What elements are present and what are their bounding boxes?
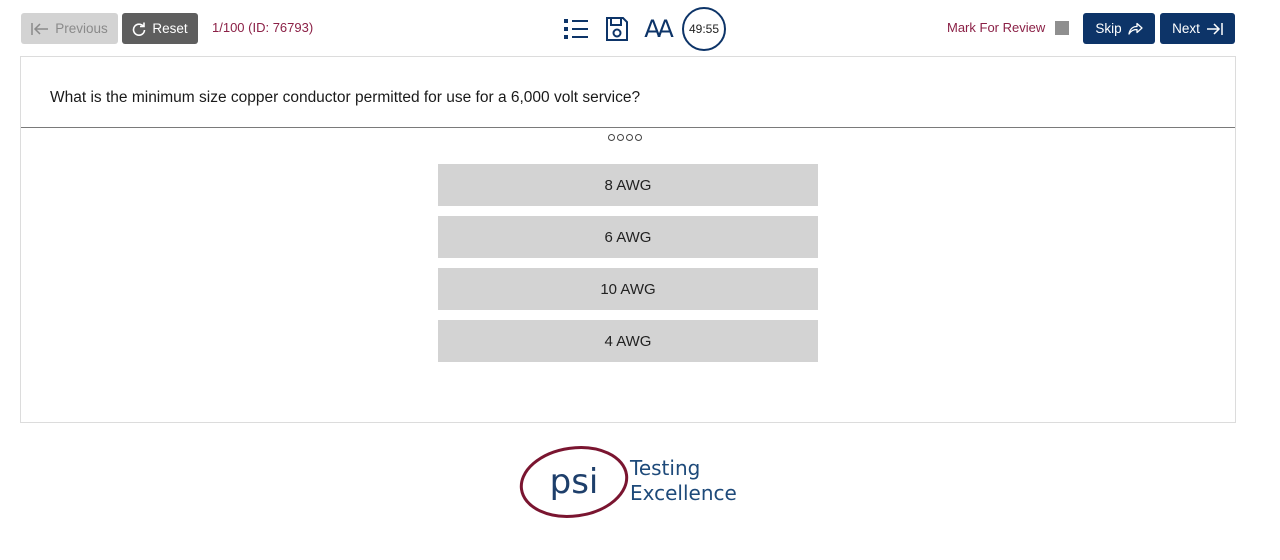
answer-option[interactable]: 6 AWG (438, 216, 818, 258)
progress-dot (626, 134, 633, 141)
skip-label: Skip (1095, 21, 1122, 36)
psi-logo-mark: psi (519, 446, 629, 518)
progress-dot (617, 134, 624, 141)
previous-button[interactable]: Previous (21, 13, 118, 44)
exam-tools: AA 49:55 (562, 7, 726, 51)
question-panel: What is the minimum size copper conducto… (20, 56, 1236, 423)
logo-line-excellence: Excellence (630, 481, 737, 505)
question-text: What is the minimum size copper conducto… (50, 89, 641, 106)
reset-button[interactable]: Reset (122, 13, 198, 44)
next-label: Next (1172, 21, 1200, 36)
font-size-icon[interactable]: AA (642, 15, 674, 43)
next-button[interactable]: Next (1160, 13, 1235, 44)
exam-toolbar: Previous Reset 1/100 (ID: 76793) AA 49:5… (0, 0, 1280, 56)
save-icon[interactable] (604, 15, 630, 43)
skip-button[interactable]: Skip (1083, 13, 1155, 44)
progress-dot (608, 134, 615, 141)
share-arrow-icon (1127, 22, 1143, 35)
reset-icon (132, 22, 146, 36)
timer: 49:55 (682, 7, 726, 51)
previous-label: Previous (55, 21, 108, 36)
logo-tagline: Testing Excellence (630, 456, 737, 506)
mark-for-review-label: Mark For Review (947, 20, 1046, 35)
arrow-left-bar-icon (31, 22, 49, 36)
reset-label: Reset (152, 21, 188, 36)
question-list-icon[interactable] (562, 15, 590, 43)
logo-psi-text: psi (550, 462, 599, 502)
question-divider (21, 127, 1235, 128)
logo-line-testing: Testing (630, 456, 701, 480)
answer-option[interactable]: 4 AWG (438, 320, 818, 362)
answer-option[interactable]: 8 AWG (438, 164, 818, 206)
arrow-right-bar-icon (1206, 22, 1223, 36)
question-counter: 1/100 (ID: 76793) (212, 20, 314, 35)
answer-progress-dots (608, 134, 644, 141)
psi-logo: psi Testing Excellence (518, 444, 748, 520)
answer-list: 8 AWG 6 AWG 10 AWG 4 AWG (438, 164, 818, 372)
mark-for-review-checkbox[interactable] (1055, 20, 1070, 35)
answer-option[interactable]: 10 AWG (438, 268, 818, 310)
progress-dot (635, 134, 642, 141)
mark-for-review: Mark For Review (947, 20, 1070, 35)
